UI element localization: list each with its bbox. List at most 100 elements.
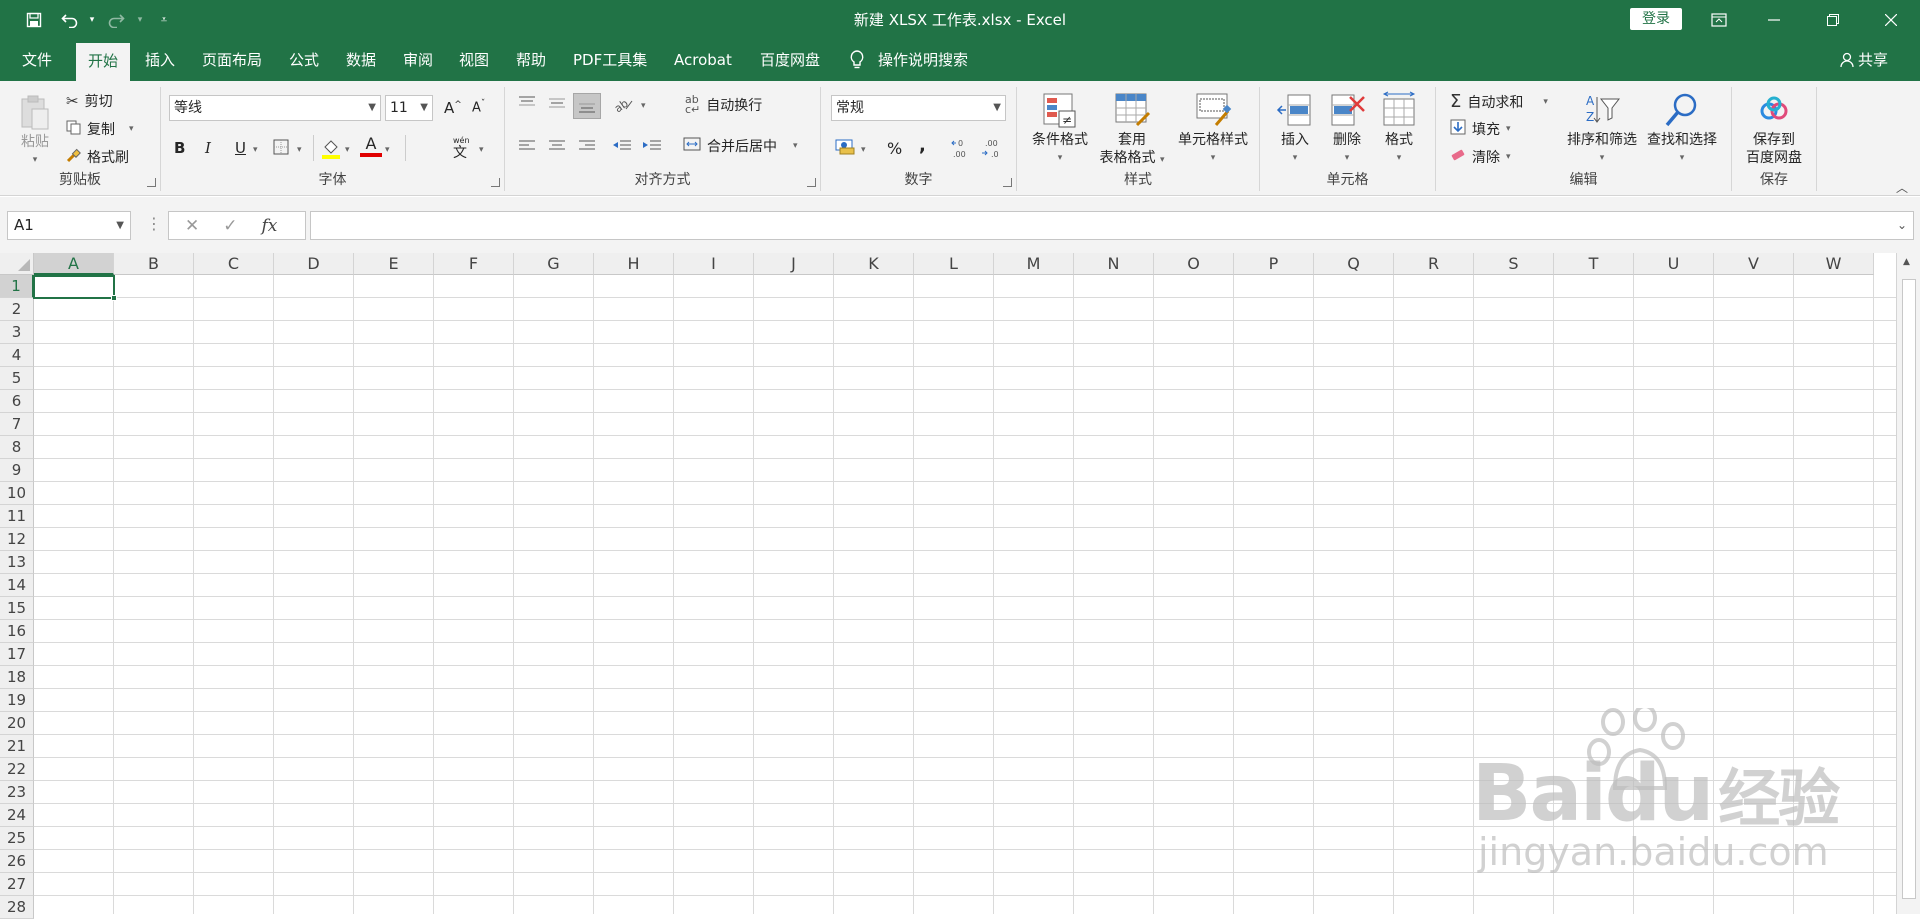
tab-review[interactable]: 审阅	[403, 39, 433, 81]
row-header-7[interactable]: 7	[0, 413, 34, 436]
row-header-27[interactable]: 27	[0, 873, 34, 896]
bold-button[interactable]: B	[174, 139, 185, 157]
row-header-8[interactable]: 8	[0, 436, 34, 459]
column-header-u[interactable]: U	[1634, 253, 1714, 275]
column-header-i[interactable]: I	[674, 253, 754, 275]
decrease-indent-icon[interactable]	[612, 139, 632, 157]
align-left-icon[interactable]	[518, 139, 536, 157]
column-header-f[interactable]: F	[434, 253, 514, 275]
wrap-text-button[interactable]: ab c↵ 自动换行	[685, 94, 762, 115]
row-header-22[interactable]: 22	[0, 758, 34, 781]
phonetic-dropdown-icon[interactable]: ▾	[479, 145, 484, 155]
tab-page-layout[interactable]: 页面布局	[202, 39, 262, 81]
align-center-icon[interactable]	[548, 139, 566, 157]
column-header-k[interactable]: K	[834, 253, 914, 275]
signin-button[interactable]: 登录	[1630, 8, 1682, 30]
font-launcher-icon[interactable]	[491, 178, 500, 187]
find-select-button[interactable]: 查找和选择 ▾	[1642, 91, 1722, 167]
select-all-corner[interactable]	[0, 253, 34, 275]
row-header-18[interactable]: 18	[0, 666, 34, 689]
insert-function-icon[interactable]: fx	[262, 216, 278, 236]
accounting-format-icon[interactable]	[835, 137, 857, 159]
enter-icon[interactable]: ✓	[223, 216, 237, 236]
formula-bar-grip-icon[interactable]: ⋮	[146, 214, 162, 233]
minimize-icon[interactable]	[1751, 0, 1797, 39]
row-header-9[interactable]: 9	[0, 459, 34, 482]
restore-icon[interactable]	[1810, 0, 1856, 39]
increase-indent-icon[interactable]	[642, 139, 662, 157]
tab-pdf-tools[interactable]: PDF工具集	[573, 39, 647, 81]
row-header-6[interactable]: 6	[0, 390, 34, 413]
italic-button[interactable]: I	[205, 139, 211, 157]
row-header-1[interactable]: 1	[0, 275, 34, 298]
close-icon[interactable]	[1868, 0, 1914, 39]
align-bottom-icon[interactable]	[573, 93, 601, 119]
collapse-ribbon-icon[interactable]: ︿	[1896, 179, 1908, 196]
column-header-n[interactable]: N	[1074, 253, 1154, 275]
row-header-24[interactable]: 24	[0, 804, 34, 827]
column-header-w[interactable]: W	[1794, 253, 1874, 275]
formula-input[interactable]: ⌄	[310, 211, 1914, 240]
shrink-font-button[interactable]: Aˇ	[472, 99, 485, 115]
cancel-icon[interactable]: ✕	[185, 216, 199, 236]
column-header-v[interactable]: V	[1714, 253, 1794, 275]
column-header-p[interactable]: P	[1234, 253, 1314, 275]
tab-data[interactable]: 数据	[346, 39, 376, 81]
percent-button[interactable]: %	[887, 139, 902, 158]
column-header-s[interactable]: S	[1474, 253, 1554, 275]
borders-dropdown-icon[interactable]: ▾	[297, 145, 302, 155]
row-header-17[interactable]: 17	[0, 643, 34, 666]
tab-baidu-netdisk[interactable]: 百度网盘	[760, 39, 820, 81]
underline-button[interactable]: U	[235, 139, 246, 157]
orientation-dropdown-icon[interactable]: ▾	[641, 101, 646, 111]
column-header-h[interactable]: H	[594, 253, 674, 275]
tab-view[interactable]: 视图	[459, 39, 489, 81]
font-color-dropdown-icon[interactable]: ▾	[385, 145, 390, 155]
save-to-baidu-button[interactable]: 保存到 百度网盘	[1736, 91, 1812, 167]
row-header-13[interactable]: 13	[0, 551, 34, 574]
comma-button[interactable]: ,	[919, 135, 926, 156]
ribbon-display-options-icon[interactable]	[1696, 0, 1742, 39]
expand-formula-bar-icon[interactable]: ⌄	[1897, 212, 1907, 239]
tell-me-search[interactable]: 操作说明搜索	[850, 39, 968, 81]
row-header-25[interactable]: 25	[0, 827, 34, 850]
active-cell-selection[interactable]	[33, 275, 115, 299]
row-header-15[interactable]: 15	[0, 597, 34, 620]
number-launcher-icon[interactable]	[1003, 178, 1012, 187]
format-painter-button[interactable]: 格式刷	[66, 147, 129, 167]
format-cells-button[interactable]: 格式 ▾	[1376, 91, 1422, 167]
row-header-5[interactable]: 5	[0, 367, 34, 390]
format-as-table-button[interactable]: 套用 表格格式 ▾	[1089, 91, 1175, 169]
orientation-icon[interactable]: ab	[612, 95, 634, 117]
share-button[interactable]: 共享	[1840, 39, 1888, 81]
row-header-14[interactable]: 14	[0, 574, 34, 597]
column-header-g[interactable]: G	[514, 253, 594, 275]
row-header-16[interactable]: 16	[0, 620, 34, 643]
tab-formulas[interactable]: 公式	[289, 39, 319, 81]
scroll-thumb[interactable]	[1902, 279, 1916, 899]
tab-insert[interactable]: 插入	[145, 39, 175, 81]
fill-button[interactable]: 填充 ▾	[1450, 119, 1511, 139]
autosum-button[interactable]: Σ 自动求和 ▾	[1450, 91, 1548, 112]
phonetic-button[interactable]: wén 文	[453, 137, 470, 162]
column-header-d[interactable]: D	[274, 253, 354, 275]
tab-help[interactable]: 帮助	[516, 39, 546, 81]
row-header-28[interactable]: 28	[0, 896, 34, 919]
row-header-21[interactable]: 21	[0, 735, 34, 758]
row-header-12[interactable]: 12	[0, 528, 34, 551]
row-header-11[interactable]: 11	[0, 505, 34, 528]
insert-cells-button[interactable]: 插入 ▾	[1272, 91, 1318, 167]
fill-color-dropdown-icon[interactable]: ▾	[345, 145, 350, 155]
column-header-b[interactable]: B	[114, 253, 194, 275]
sort-filter-button[interactable]: AZ 排序和筛选 ▾	[1562, 91, 1642, 167]
clear-button[interactable]: 清除 ▾	[1450, 147, 1511, 167]
tab-home[interactable]: 开始	[76, 43, 131, 81]
row-header-23[interactable]: 23	[0, 781, 34, 804]
column-header-q[interactable]: Q	[1314, 253, 1394, 275]
underline-dropdown-icon[interactable]: ▾	[253, 145, 258, 155]
clipboard-launcher-icon[interactable]	[147, 178, 156, 187]
vertical-scrollbar[interactable]: ▲	[1896, 253, 1920, 914]
column-header-j[interactable]: J	[754, 253, 834, 275]
paste-button[interactable]: 粘贴 ▾	[14, 93, 56, 169]
tab-file[interactable]: 文件	[22, 39, 52, 81]
